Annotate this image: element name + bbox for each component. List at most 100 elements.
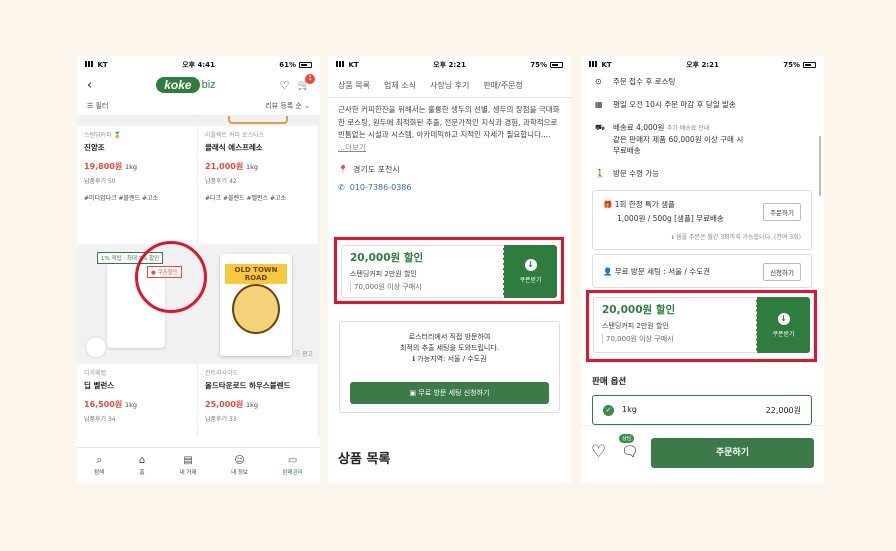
smile-icon: ☺ [234, 455, 245, 466]
selected-option[interactable]: ✓ 1kg 22,000원 [592, 395, 812, 425]
check-icon: ✓ [603, 404, 614, 416]
coupon-highlight-box: 20,000원 할인 스탠딩커피 2만원 할인 70,000원 이상 구매시 ↓… [334, 237, 564, 304]
visit-setting-button[interactable]: ▣ 무료 방문 세팅 신청하기 [350, 382, 549, 404]
logo-suffix: biz [201, 79, 216, 91]
tab-owner-reviews[interactable]: 사장님 후기 [430, 80, 469, 91]
person-icon: 👤 [603, 267, 613, 276]
visit-apply-button[interactable]: 신청하기 [763, 263, 801, 281]
info-icon: ℹ [412, 355, 416, 363]
location-row: 📍 경기도 포천시 [328, 160, 571, 179]
filter-label: 필터 [95, 101, 109, 110]
download-icon: ↓ [524, 259, 537, 271]
product-reviews: 납품후기 33 [205, 416, 237, 423]
sort-dropdown[interactable]: 리뷰 등록 순 ⌄ [265, 101, 310, 111]
coupon-amount: 20,000원 할인 [602, 304, 676, 316]
tab-my-trades[interactable]: ▤ 내 거래 [180, 455, 197, 476]
info-row: ⊙ 주문 접수 후 로스팅 [595, 76, 810, 87]
battery-icon [803, 62, 816, 68]
sort-label: 리뷰 등록 순 [265, 101, 302, 110]
product-card[interactable]: OLD TOWN ROAD ⓘ 광고 컨트리사이드 올드타운로드 하우스블렌드 … [198, 246, 319, 436]
order-button[interactable]: 주문하기 [651, 438, 814, 468]
gift-icon: 🎁 [603, 200, 613, 209]
tab-my-info[interactable]: ☺ 내 정보 [231, 455, 248, 476]
bag-illustration [232, 284, 280, 334]
koke-biz-logo: koke biz [156, 77, 216, 93]
tab-sales-manage[interactable]: ▭ 판매관리 [282, 455, 302, 476]
store-tabs: 상품 목록 업체 소식 사장님 후기 판매/주문정 [328, 74, 571, 98]
heart-icon[interactable]: ♡ [280, 79, 290, 92]
info-row: ▦ 평일 오전 10시 주문 마감 후 당일 발송 [595, 99, 810, 110]
scrollbar[interactable] [819, 136, 821, 196]
tab-sales-info[interactable]: 판매/주문정 [483, 80, 523, 91]
visit-area: 가능지역: 서울 / 수도권 [417, 355, 487, 363]
back-icon[interactable]: ‹ [87, 78, 92, 93]
tab-label: 내 정보 [231, 470, 248, 476]
bag-label: OLD TOWN ROAD [225, 264, 287, 284]
product-price: 25,000원 [205, 400, 244, 409]
product-card[interactable]: 리플렉트 커피 로스터스 클래식 에스프레소 21,000원 1kg 납품후기 … [198, 116, 319, 244]
product-price: 19,800원 [84, 162, 123, 171]
phone-link[interactable]: 010-7386-0386 [350, 183, 412, 192]
ad-label: ⓘ 광고 [294, 351, 313, 358]
heart-icon[interactable]: ♡ [591, 442, 606, 462]
options-title: 판매 옵션 [592, 377, 627, 387]
sample-order-button[interactable]: 주문하기 [763, 203, 801, 221]
info-extra2: 무료배송 [613, 146, 641, 155]
roast-icon: ⊙ [595, 77, 602, 86]
coupon-button-label: 쿠폰받기 [519, 277, 542, 284]
option-name: 1kg [622, 404, 637, 414]
product-name: 딥 벨런스 [84, 381, 115, 390]
info-row: ⛟ 배송료 4,000원 추가 배송료 안내 같은 판매자 제품 60,000원… [595, 122, 810, 156]
filter-button[interactable]: ☰ 필터 [87, 101, 108, 111]
location-text: 경기도 포천시 [352, 165, 400, 174]
info-icon: ℹ [671, 234, 675, 241]
info-note: 추가 배송료 안내 [666, 125, 710, 132]
product-unit: 1kg [125, 401, 138, 409]
coupon-download-button[interactable]: ↓ 쿠폰받기 [756, 297, 810, 353]
product-roaster: 컨트리사이드 [205, 370, 239, 377]
battery-percent: 75% [783, 61, 800, 69]
coupon-card: 20,000원 할인 스탠딩커피 2만원 할인 70,000원 이상 구매시 ↓… [593, 297, 810, 353]
tab-home[interactable]: ⌂ 홈 [139, 455, 145, 476]
battery-icon [550, 62, 563, 68]
coupon-card: 20,000원 할인 스탠딩커피 2만원 할인 70,000원 이상 구매시 ↓… [341, 245, 557, 298]
sample-note: 샘플 주문은 월간 3회까지 가능합니다. (잔여 3회) [675, 234, 801, 241]
manage-icon: ▭ [287, 455, 298, 466]
phone-row: ✆ 010-7386-0386 [328, 179, 571, 196]
filter-bar: ☰ 필터 리뷰 등록 순 ⌄ [77, 96, 320, 116]
product-card[interactable]: 스탠딩커피 🏅 진양조 19,800원 1kg 납품후기 50 #미디엄다크 #… [77, 116, 198, 244]
coupon-condition: 70,000원 이상 구매시 [602, 334, 748, 344]
product-card[interactable]: 1% 적립 · 최대 3% 할인 ● 쿠폰할인 디카페랩 딥 벨런스 16,50… [77, 246, 198, 436]
bottom-tab-bar: ⌕ 탐색 ⌂ 홈 ▤ 내 거래 ☺ 내 정보 ▭ 판매관리 [77, 447, 320, 483]
bottom-action-bar: ♡ 🗨 상담 주문하기 [581, 425, 824, 483]
more-link[interactable]: ...더보기 [338, 143, 366, 152]
signal-icon [85, 61, 95, 67]
download-icon: ↓ [777, 312, 790, 325]
filter-icon: ☰ [87, 101, 94, 110]
info-text: 방문 수령 가능 [613, 169, 660, 178]
tab-news[interactable]: 업체 소식 [384, 80, 416, 91]
tab-search[interactable]: ⌕ 탐색 [94, 455, 104, 476]
visit-line2: 최적의 추출 세팅을 도와드립니다. [399, 344, 500, 352]
coupon-download-button[interactable]: ↓ 쿠폰받기 [503, 245, 557, 298]
tab-products[interactable]: 상품 목록 [338, 80, 370, 91]
info-row: 🚶 방문 수령 가능 [595, 168, 810, 179]
coupon-desc: 스탠딩커피 2만원 할인 [350, 270, 417, 278]
product-image: OLD TOWN ROAD ⓘ 광고 [198, 246, 319, 364]
cart-badge: 1 [304, 73, 315, 84]
info-text: 배송료 4,000원 [613, 123, 665, 132]
battery-percent: 75% [530, 61, 547, 69]
chat-icon[interactable]: 🗨 [621, 444, 639, 460]
signal-icon [336, 61, 346, 67]
tab-label: 판매관리 [282, 470, 303, 476]
calendar-icon: ▤ [183, 455, 193, 466]
product-grid: 스탠딩커피 🏅 진양조 19,800원 1kg 납품후기 50 #미디엄다크 #… [77, 116, 320, 436]
signal-icon [589, 61, 599, 67]
phone-icon: ✆ [338, 183, 345, 192]
walk-icon: 🚶 [595, 169, 605, 178]
visit-setting-box: 로스터리에서 직접 방문하여 최적의 추출 세팅을 도와드립니다. ℹ 가능지역… [339, 321, 560, 413]
coupon-condition: 70,000원 이상 구매시 [350, 282, 495, 292]
product-roaster: 리플렉트 커피 로스터스 [205, 132, 265, 139]
carrier-label: KT [97, 61, 108, 69]
product-reviews: 납품후기 42 [205, 178, 237, 185]
